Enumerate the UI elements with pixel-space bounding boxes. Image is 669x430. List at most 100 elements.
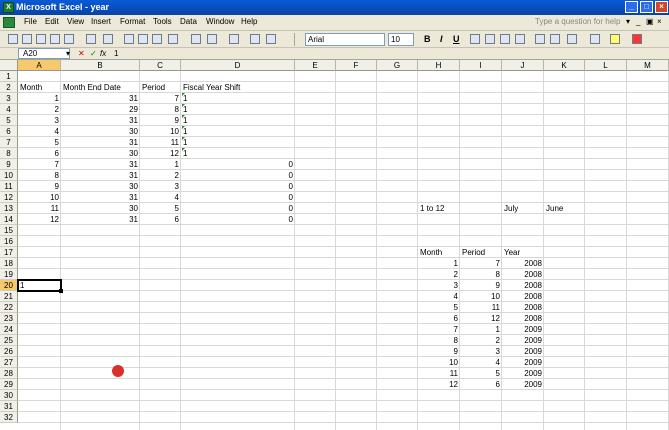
menu-file[interactable]: File	[24, 17, 37, 26]
menu-edit[interactable]: Edit	[45, 17, 59, 26]
menu-tools[interactable]: Tools	[153, 17, 172, 26]
month-cell[interactable]: 11	[418, 368, 460, 379]
period-cell[interactable]: 1	[460, 324, 502, 335]
select-all-corner[interactable]	[0, 60, 18, 71]
month-cell[interactable]: 3	[18, 115, 61, 126]
save-icon[interactable]	[36, 34, 46, 44]
period-cell[interactable]: 2	[460, 335, 502, 346]
fiscal-year-shift-cell[interactable]: 0	[181, 203, 295, 214]
hyperlink-icon[interactable]	[191, 34, 201, 44]
enter-icon[interactable]: ✓	[90, 48, 97, 59]
fiscal-start-label[interactable]: July	[502, 203, 544, 214]
period-cell[interactable]: 7	[460, 258, 502, 269]
year-cell[interactable]: 2009	[502, 324, 544, 335]
row-header-22[interactable]: 22	[0, 302, 18, 313]
row-header-24[interactable]: 24	[0, 324, 18, 335]
mdi-minimize-button[interactable]: _	[636, 17, 640, 26]
fiscal-year-shift-cell[interactable]: 0	[181, 181, 295, 192]
month-cell[interactable]: 8	[18, 170, 61, 181]
menu-view[interactable]: View	[67, 17, 84, 26]
font-color-icon[interactable]	[632, 34, 642, 44]
fill-color-icon[interactable]	[610, 34, 620, 44]
month-cell[interactable]: 7	[418, 324, 460, 335]
menu-help[interactable]: Help	[241, 17, 257, 26]
sort-icon[interactable]	[229, 34, 239, 44]
month-cell[interactable]: 2	[18, 104, 61, 115]
menu-window[interactable]: Window	[206, 17, 234, 26]
copy-icon[interactable]	[138, 34, 148, 44]
fiscal-year-shift-cell[interactable]: 1	[181, 126, 295, 137]
fiscal-end-label[interactable]: June	[544, 203, 585, 214]
month-cell[interactable]: 4	[18, 126, 61, 137]
minimize-button[interactable]: _	[625, 1, 638, 13]
font-size-select[interactable]: 10	[388, 33, 414, 46]
month-end-date-cell[interactable]: 31	[61, 159, 140, 170]
year-cell[interactable]: 2008	[502, 280, 544, 291]
month-end-date-cell[interactable]: 30	[61, 203, 140, 214]
period-cell[interactable]: 6	[140, 214, 181, 225]
preview-icon[interactable]	[103, 34, 113, 44]
name-box-dropdown-icon[interactable]: ▾	[66, 48, 70, 59]
column-header-i[interactable]: I	[460, 60, 502, 71]
period-cell[interactable]: 10	[460, 291, 502, 302]
row-header-7[interactable]: 7	[0, 137, 18, 148]
month-end-date-cell[interactable]: 31	[61, 137, 140, 148]
period-cell[interactable]: 11	[460, 302, 502, 313]
percent-icon[interactable]	[550, 34, 560, 44]
row-header-5[interactable]: 5	[0, 115, 18, 126]
paste-icon[interactable]	[152, 34, 162, 44]
row-header-20[interactable]: 20	[0, 280, 18, 291]
row-header-28[interactable]: 28	[0, 368, 18, 379]
year-cell[interactable]: 2008	[502, 313, 544, 324]
align-right-icon[interactable]	[500, 34, 510, 44]
month-cell[interactable]: 10	[18, 192, 61, 203]
month-cell[interactable]: 1	[418, 258, 460, 269]
period-cell[interactable]: 4	[140, 192, 181, 203]
currency-icon[interactable]	[535, 34, 545, 44]
period-cell[interactable]: 8	[460, 269, 502, 280]
row-header-9[interactable]: 9	[0, 159, 18, 170]
decrease-indent-icon[interactable]	[567, 34, 577, 44]
fiscal-year-shift-cell[interactable]: 0	[181, 170, 295, 181]
fiscal-year-shift-cell[interactable]: 1	[181, 148, 295, 159]
month-cell[interactable]: 1	[18, 93, 61, 104]
period-cell[interactable]: 3	[460, 346, 502, 357]
month-cell[interactable]: 8	[418, 335, 460, 346]
autosum-icon[interactable]	[207, 34, 217, 44]
row-header-2[interactable]: 2	[0, 82, 18, 93]
italic-button[interactable]: I	[440, 34, 443, 44]
column-header-g[interactable]: G	[377, 60, 418, 71]
year-cell[interactable]: 2009	[502, 346, 544, 357]
row-header-26[interactable]: 26	[0, 346, 18, 357]
row-header-4[interactable]: 4	[0, 104, 18, 115]
period-cell[interactable]: 5	[460, 368, 502, 379]
year-cell[interactable]: 2008	[502, 258, 544, 269]
column-header-d[interactable]: D	[181, 60, 295, 71]
row-header-6[interactable]: 6	[0, 126, 18, 137]
row-header-3[interactable]: 3	[0, 93, 18, 104]
month-cell[interactable]: 7	[18, 159, 61, 170]
month-cell[interactable]: 2	[418, 269, 460, 280]
permission-icon[interactable]	[50, 34, 60, 44]
period-cell[interactable]: 5	[140, 203, 181, 214]
month-end-date-cell[interactable]: 31	[61, 115, 140, 126]
mdi-close-button[interactable]: ×	[657, 17, 662, 26]
month-end-date-cell[interactable]: 29	[61, 104, 140, 115]
table1-header[interactable]: Month End Date	[61, 82, 140, 93]
month-cell[interactable]: 11	[18, 203, 61, 214]
row-header-13[interactable]: 13	[0, 203, 18, 214]
fiscal-year-shift-cell[interactable]: 1	[181, 104, 295, 115]
month-cell[interactable]: 5	[418, 302, 460, 313]
column-header-b[interactable]: B	[61, 60, 140, 71]
formula-input[interactable]: 1	[114, 48, 118, 59]
month-cell[interactable]: 9	[18, 181, 61, 192]
table2-header[interactable]: Year	[502, 247, 544, 258]
row-header-12[interactable]: 12	[0, 192, 18, 203]
help-question-box[interactable]: Type a question for help	[535, 17, 620, 26]
month-cell[interactable]: 3	[418, 280, 460, 291]
month-cell[interactable]: 6	[18, 148, 61, 159]
maximize-button[interactable]: □	[640, 1, 653, 13]
period-cell[interactable]: 8	[140, 104, 181, 115]
cut-icon[interactable]	[124, 34, 134, 44]
year-cell[interactable]: 2008	[502, 291, 544, 302]
